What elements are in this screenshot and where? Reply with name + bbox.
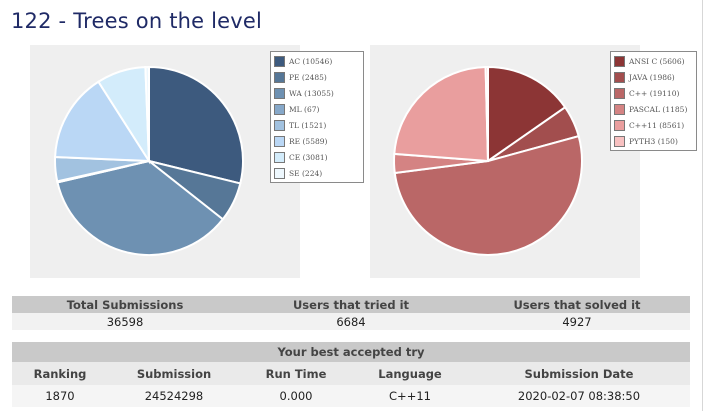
best-try-table: Your best accepted try Ranking Submissio… [12,342,690,407]
submission-header: Submission [136,366,212,381]
legend-swatch [614,71,625,83]
total-submissions-header: Total Submissions [66,297,184,312]
legend-swatch [274,151,285,163]
legend-label: C++ (19110) [629,88,680,98]
best-try-values-row: 1870 24524298 0.000 C++11 2020-02-07 08:… [12,385,690,407]
users-tried-value: 6684 [336,314,366,329]
ranking-value: 1870 [45,389,75,403]
legend-label: JAVA (1986) [629,72,675,82]
users-solved-header: Users that solved it [513,297,641,312]
legend-label: PASCAL (1185) [629,104,688,114]
language-value: C++11 [389,389,431,403]
legend-label: CE (3081) [289,152,328,162]
legend-item-0: ANSI C (5606) [614,53,692,69]
language-header: Language [378,366,442,381]
legend-item-3: PASCAL (1185) [614,101,692,117]
legend-item-6: CE (3081) [274,149,359,165]
language-pie-chart [370,45,640,278]
legend-label: RE (5589) [289,136,328,146]
summary-values-row: 36598 6684 4927 [12,313,690,330]
submission-date-value: 2020-02-07 08:38:50 [517,389,641,403]
legend-item-4: TL (1521) [274,117,359,133]
verdict-legend: AC (10546) PE (2485) WA (13055) ML (67) TL (… [270,51,364,183]
legend-label: SE (224) [289,168,323,178]
best-try-caption: Your best accepted try [12,342,690,362]
page-title: 122 - Trees on the level [11,9,263,33]
legend-label: TL (1521) [289,120,327,130]
users-solved-value: 4927 [562,314,592,329]
legend-label: PE (2485) [289,72,327,82]
submission-summary-table: Total Submissions Users that tried it Us… [12,296,690,330]
legend-swatch [614,103,625,115]
summary-header-row: Total Submissions Users that tried it Us… [12,296,690,313]
legend-item-5: RE (5589) [274,133,359,149]
legend-item-4: C++11 (8561) [614,117,692,133]
total-submissions-value: 36598 [106,314,144,329]
legend-item-3: ML (67) [274,101,359,117]
legend-label: ANSI C (5606) [629,56,685,66]
language-legend: ANSI C (5606) JAVA (1986) C++ (19110) PASCA… [610,51,697,151]
submission-id-link[interactable]: 24524298 [108,389,240,403]
legend-label: ML (67) [289,104,320,114]
legend-label: C++11 (8561) [629,120,685,130]
page-edge-divider [702,0,703,411]
users-tried-header: Users that tried it [292,297,410,312]
legend-swatch [274,55,285,67]
legend-swatch [274,103,285,115]
legend-item-1: JAVA (1986) [614,69,692,85]
run-time-header: Run Time [265,366,327,381]
legend-swatch [614,55,625,67]
legend-item-5: PYTH3 (150) [614,133,692,149]
legend-item-1: PE (2485) [274,69,359,85]
legend-swatch [614,119,625,131]
legend-swatch [274,71,285,83]
legend-swatch [274,87,285,99]
legend-label: PYTH3 (150) [629,136,678,146]
verdict-pie-chart [30,45,300,278]
legend-item-2: C++ (19110) [614,85,692,101]
legend-swatch [274,119,285,131]
legend-swatch [614,87,625,99]
legend-item-7: SE (224) [274,165,359,181]
legend-item-0: AC (10546) [274,53,359,69]
language-pie-svg [393,65,583,256]
ranking-header: Ranking [33,366,87,381]
legend-label: WA (13055) [289,88,334,98]
legend-label: AC (10546) [289,56,333,66]
legend-item-2: WA (13055) [274,85,359,101]
best-try-header-row: Ranking Submission Run Time Language Sub… [12,362,690,385]
verdict-pie-svg [54,65,244,256]
submission-date-header: Submission Date [524,366,634,381]
legend-swatch [274,135,285,147]
legend-swatch [274,167,285,179]
legend-swatch [614,135,625,147]
pie-slice-4 [393,66,490,163]
run-time-value: 0.000 [279,389,313,403]
